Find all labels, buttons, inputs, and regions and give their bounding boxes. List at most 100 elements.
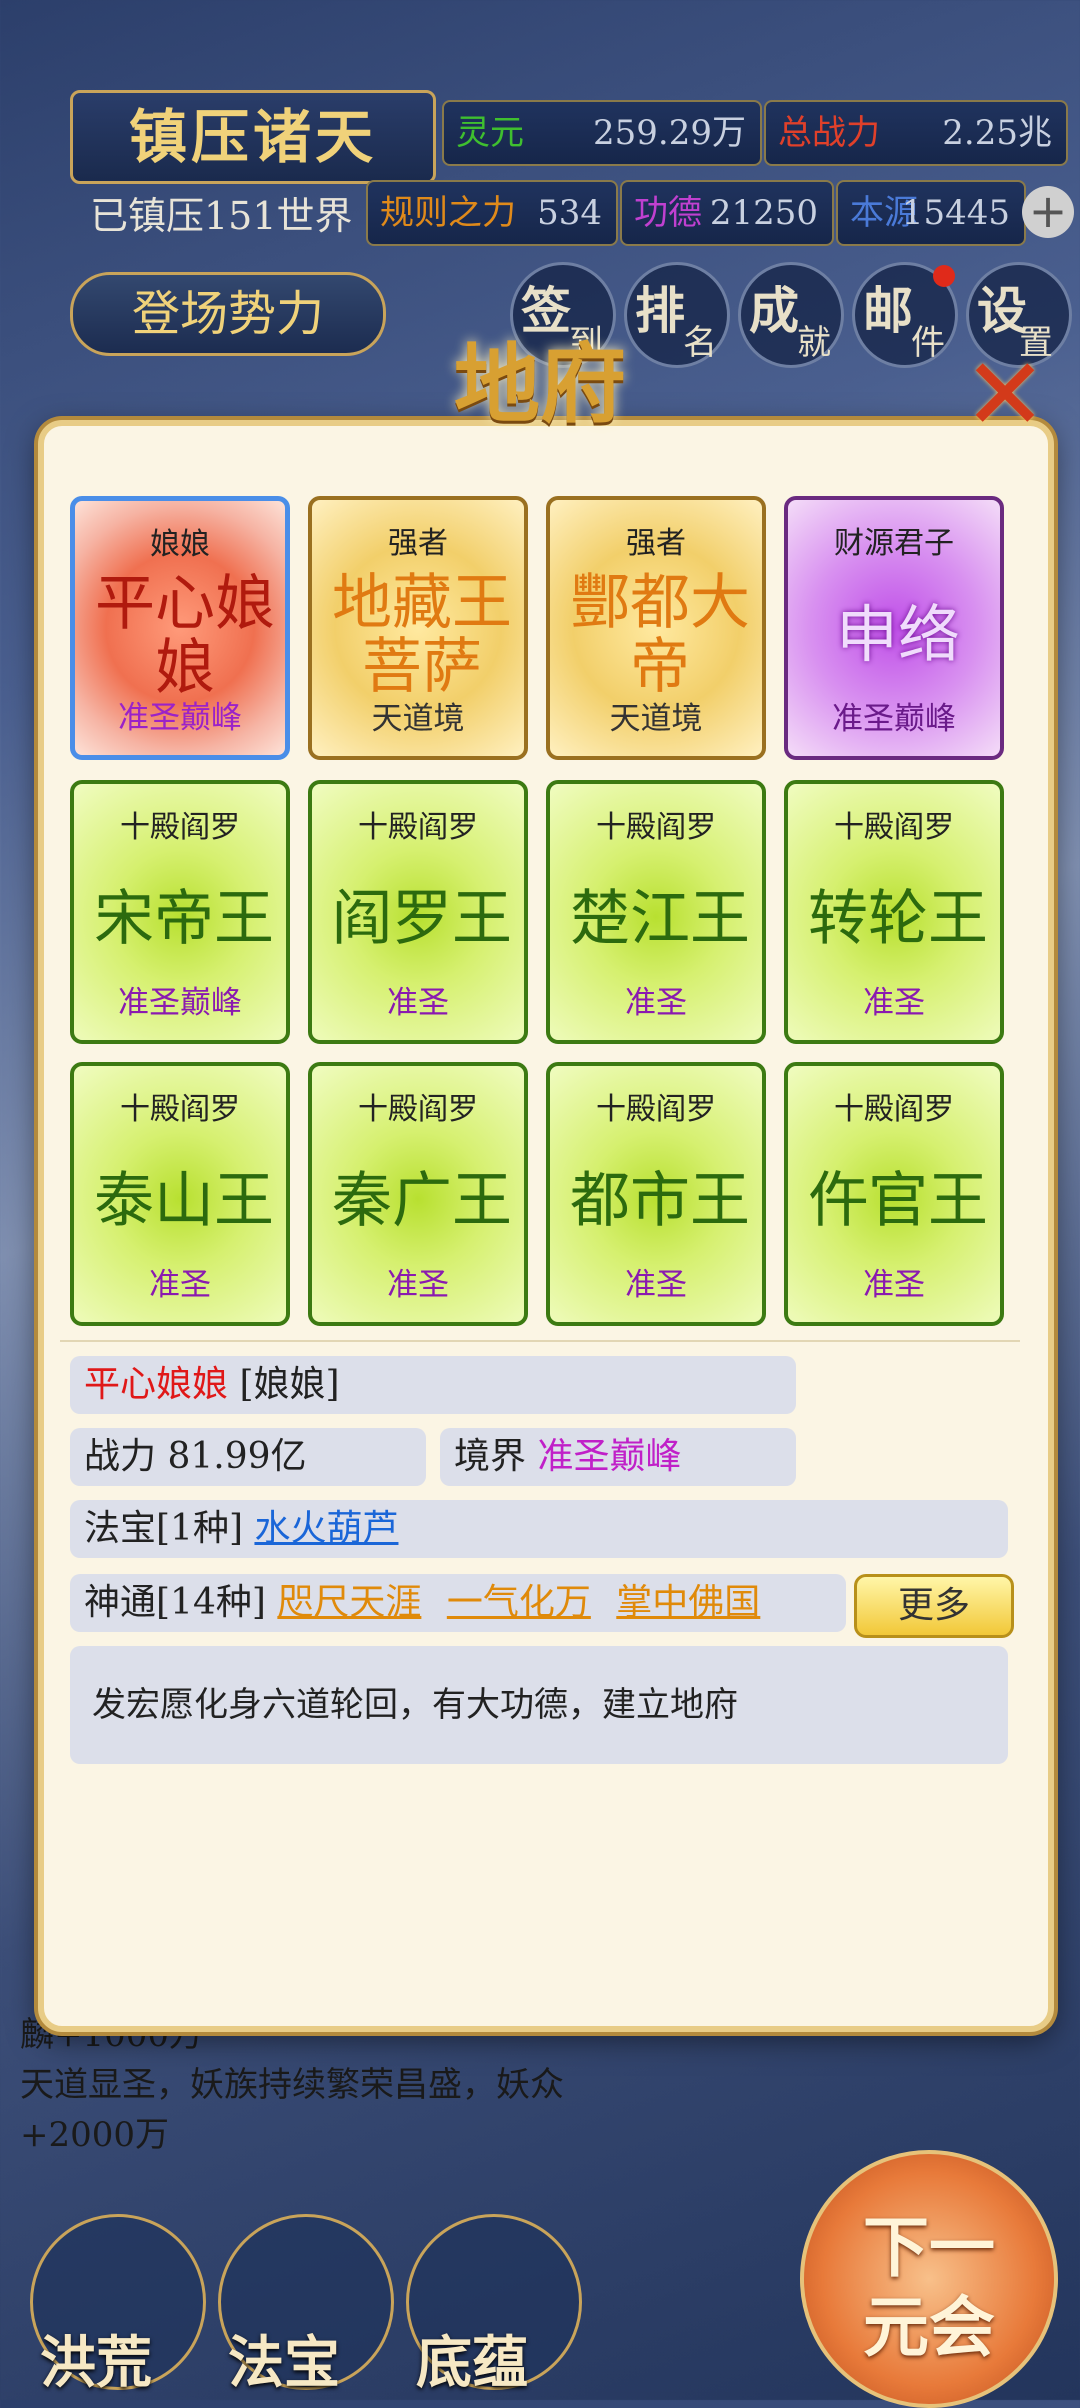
modal-title: 地府 bbox=[454, 334, 626, 435]
character-card[interactable]: 十殿阎罗 泰山王 准圣 bbox=[70, 1062, 290, 1326]
card-rank: 强者 bbox=[626, 526, 686, 561]
achievement-label-big: 成 bbox=[749, 281, 799, 340]
card-realm: 准圣 bbox=[625, 985, 687, 1021]
card-realm: 天道境 bbox=[609, 701, 703, 737]
selected-name-row: 平心娘娘 [娘娘] bbox=[70, 1356, 796, 1414]
achievement-button[interactable]: 成 就 bbox=[738, 262, 844, 368]
mail-button[interactable]: 邮 件 bbox=[852, 262, 958, 368]
card-name: 阎罗王 bbox=[332, 884, 512, 954]
card-rank: 十殿阎罗 bbox=[358, 1092, 478, 1127]
nav-treasure[interactable]: 法宝 bbox=[228, 2318, 340, 2399]
realm-value: 准圣巅峰 bbox=[537, 1436, 682, 1477]
achievement-label-small: 就 bbox=[797, 323, 831, 363]
stat-label: 规则之力 bbox=[380, 193, 516, 233]
card-rank: 十殿阎罗 bbox=[120, 810, 240, 845]
card-rank: 十殿阎罗 bbox=[834, 810, 954, 845]
skill-label: 神通[14种] bbox=[84, 1582, 266, 1623]
stat-value: 15445 bbox=[901, 193, 1010, 233]
character-card[interactable]: 十殿阎罗 仵官王 准圣 bbox=[784, 1062, 1004, 1326]
stat-origin: 本源 15445 bbox=[836, 180, 1026, 246]
character-card[interactable]: 十殿阎罗 都市王 准圣 bbox=[546, 1062, 766, 1326]
suppressed-world-count: 已镇压151世界 bbox=[90, 194, 353, 238]
power-label: 战力 bbox=[84, 1436, 157, 1477]
stat-label: 功德 bbox=[634, 193, 702, 233]
close-icon[interactable]: ✕ bbox=[960, 345, 1050, 445]
card-name: 都市王 bbox=[570, 1166, 750, 1236]
card-realm: 准圣 bbox=[149, 1267, 211, 1303]
card-rank: 十殿阎罗 bbox=[358, 810, 478, 845]
card-rank: 强者 bbox=[388, 526, 448, 561]
stat-merit: 功德 21250 bbox=[620, 180, 834, 246]
character-card[interactable]: 十殿阎罗 宋帝王 准圣巅峰 bbox=[70, 780, 290, 1044]
card-name: 转轮王 bbox=[808, 884, 988, 954]
selected-name: 平心娘娘 bbox=[84, 1364, 229, 1405]
treasure-label: 法宝[1种] bbox=[84, 1508, 243, 1549]
stat-value: 534 bbox=[537, 193, 602, 233]
card-realm: 准圣 bbox=[387, 985, 449, 1021]
card-name: 平心娘娘 bbox=[95, 569, 275, 703]
skill-row: 神通[14种] 咫尺天涯 一气化万 掌中佛国 bbox=[70, 1574, 846, 1632]
skill-link[interactable]: 掌中佛国 bbox=[616, 1582, 760, 1623]
card-name: 宋帝王 bbox=[94, 884, 274, 954]
card-realm: 准圣 bbox=[863, 1267, 925, 1303]
skill-link[interactable]: 咫尺天涯 bbox=[277, 1582, 421, 1623]
power-row: 战力 81.99亿 bbox=[70, 1428, 426, 1486]
card-name: 泰山王 bbox=[94, 1166, 274, 1236]
card-rank: 十殿阎罗 bbox=[596, 810, 716, 845]
card-rank: 十殿阎罗 bbox=[120, 1092, 240, 1127]
stat-lingyuan: 灵元 259.29万 bbox=[442, 100, 762, 166]
notification-dot-icon bbox=[933, 265, 955, 287]
nav-honghuang[interactable]: 洪荒 bbox=[40, 2318, 152, 2399]
card-rank: 娘娘 bbox=[150, 527, 210, 562]
card-rank: 财源君子 bbox=[834, 526, 954, 561]
character-card[interactable]: 十殿阎罗 阎罗王 准圣 bbox=[308, 780, 528, 1044]
card-realm: 天道境 bbox=[371, 701, 465, 737]
skill-link[interactable]: 一气化万 bbox=[447, 1582, 591, 1623]
log-line: +2000万 bbox=[20, 2115, 170, 2155]
card-realm: 准圣 bbox=[625, 1267, 687, 1303]
character-card[interactable]: 娘娘 平心娘娘 准圣巅峰 bbox=[70, 496, 290, 760]
event-log: 麟+1000万 天道显圣，妖族持续繁荣昌盛，妖众 +2000万 bbox=[20, 2010, 760, 2182]
next-era-button[interactable]: 下一 元会 bbox=[800, 2150, 1058, 2408]
card-realm: 准圣 bbox=[863, 985, 925, 1021]
stat-label: 总战力 bbox=[778, 113, 880, 153]
card-name: 地藏王菩萨 bbox=[332, 568, 512, 702]
card-rank: 十殿阎罗 bbox=[834, 1092, 954, 1127]
character-card[interactable]: 强者 酆都大帝 天道境 bbox=[546, 496, 766, 760]
character-description: 发宏愿化身六道轮回，有大功德，建立地府 bbox=[70, 1646, 1008, 1764]
ranking-label-small: 名 bbox=[683, 323, 717, 363]
game-title: 镇压诸天 bbox=[70, 90, 436, 184]
plus-icon[interactable]: + bbox=[1022, 186, 1074, 238]
treasure-link[interactable]: 水火葫芦 bbox=[254, 1508, 398, 1549]
character-card[interactable]: 强者 地藏王菩萨 天道境 bbox=[308, 496, 528, 760]
log-line: 天道显圣，妖族持续繁荣昌盛，妖众 bbox=[20, 2065, 564, 2105]
selected-rank: [娘娘] bbox=[239, 1364, 340, 1405]
more-skills-button[interactable]: 更多 bbox=[854, 1574, 1014, 1638]
stat-value: 21250 bbox=[709, 193, 818, 233]
card-name: 仵官王 bbox=[808, 1166, 988, 1236]
character-card[interactable]: 十殿阎罗 秦广王 准圣 bbox=[308, 1062, 528, 1326]
realm-row: 境界 准圣巅峰 bbox=[440, 1428, 796, 1486]
stat-total-power: 总战力 2.25兆 bbox=[764, 100, 1068, 166]
stat-rule-power: 规则之力 534 bbox=[366, 180, 618, 246]
enter-power-button[interactable]: 登场势力 bbox=[70, 272, 386, 356]
stat-value: 259.29万 bbox=[593, 113, 746, 153]
card-realm: 准圣 bbox=[387, 1267, 449, 1303]
stat-value: 2.25兆 bbox=[942, 113, 1052, 153]
power-value: 81.99亿 bbox=[167, 1436, 307, 1477]
next-era-label: 元会 bbox=[863, 2288, 995, 2366]
card-name: 楚江王 bbox=[570, 884, 750, 954]
stat-label: 灵元 bbox=[456, 113, 524, 153]
divider bbox=[60, 1340, 1020, 1342]
character-card[interactable]: 十殿阎罗 转轮王 准圣 bbox=[784, 780, 1004, 1044]
card-rank: 十殿阎罗 bbox=[596, 1092, 716, 1127]
treasure-row: 法宝[1种] 水火葫芦 bbox=[70, 1500, 1008, 1558]
card-realm: 准圣巅峰 bbox=[118, 985, 242, 1021]
nav-foundation[interactable]: 底蕴 bbox=[416, 2318, 528, 2399]
card-name: 申络 bbox=[835, 598, 960, 671]
card-realm: 准圣巅峰 bbox=[832, 701, 956, 737]
card-realm: 准圣巅峰 bbox=[118, 700, 242, 736]
character-card[interactable]: 十殿阎罗 楚江王 准圣 bbox=[546, 780, 766, 1044]
card-name: 秦广王 bbox=[332, 1166, 512, 1236]
character-card[interactable]: 财源君子 申络 准圣巅峰 bbox=[784, 496, 1004, 760]
